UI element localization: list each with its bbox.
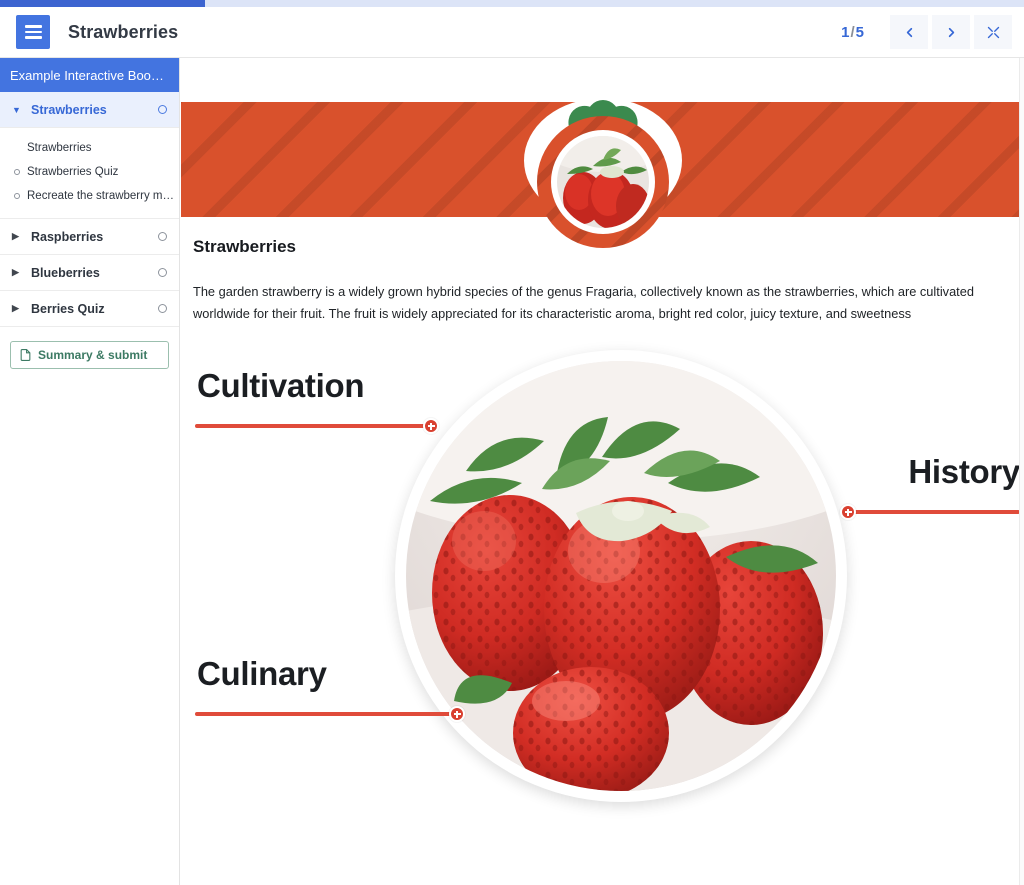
connector-line [852,510,1020,515]
sub-item-strawberries-quiz[interactable]: Strawberries Quiz [0,160,179,184]
sidebar-item-berries-quiz[interactable]: ▶ Berries Quiz [0,291,179,327]
caret-right-icon: ▶ [12,231,19,241]
hotspot-culinary[interactable]: Culinary [193,654,465,723]
hotspot-label: History [908,452,1020,490]
strawberry-badge [527,99,679,256]
hotspot-connector [195,418,439,435]
sidebar-item-raspberries[interactable]: ▶ Raspberries [0,219,179,255]
connector-line [195,424,427,429]
plus-marker-icon[interactable] [449,706,465,723]
document-icon [20,349,31,361]
hotspot-connector [840,504,1020,521]
chapter-banner [181,58,1024,248]
summary-and-submit-button[interactable]: Summary & submit [10,341,169,369]
page-title: Strawberries [68,21,179,42]
badge-photo [556,136,649,228]
sidebar-item-label: Raspberries [31,229,104,244]
chevron-right-icon [948,27,954,37]
status-badge [158,304,167,313]
hotspot-connector [195,706,465,723]
expand-icon [987,26,999,38]
plus-marker-icon[interactable] [423,418,439,435]
reading-progress-bar [0,0,1024,7]
hotspot-history[interactable]: History [840,452,1020,521]
sidebar-item-strawberries[interactable]: ▼ Strawberries [0,92,179,128]
sidebar-item-blueberries[interactable]: ▶ Blueberries [0,255,179,291]
caret-right-icon: ▶ [12,267,19,277]
hotspot-cultivation[interactable]: Cultivation [193,366,439,435]
app-header: Strawberries 1/5 [0,7,1024,58]
sidebar-item-label: Blueberries [31,265,100,280]
interactive-image: Cultivation Culinary History [181,346,1024,846]
plus-marker-icon[interactable] [840,504,856,521]
sidebar-item-label: Strawberries [31,102,107,117]
strawberries-thumbnail [556,136,649,228]
status-badge [158,105,167,114]
book-title[interactable]: Example Interactive Boo… [0,58,179,92]
fullscreen-button[interactable] [974,15,1012,49]
prev-page-button[interactable] [890,15,928,49]
sub-item-label: Recreate the strawberry m… [27,190,174,202]
bullet-icon [14,169,20,175]
sidebar: Example Interactive Boo… ▼ Strawberries … [0,58,180,885]
bullet-icon [14,145,20,151]
center-image-frame [395,349,847,802]
summary-button-label: Summary & submit [38,348,148,362]
sub-item-label: Strawberries [27,142,92,154]
next-page-button[interactable] [932,15,970,49]
sub-item-label: Strawberries Quiz [27,166,119,178]
reading-progress-fill [0,0,205,7]
status-badge [158,268,167,277]
content-area: Strawberries The garden strawberry is a … [181,58,1024,885]
page-separator: / [850,23,855,41]
strawberries-illustration [406,360,836,791]
caret-down-icon: ▼ [12,104,21,115]
hotspot-label: Cultivation [197,366,365,404]
page-total: 5 [855,23,864,41]
article-body: The garden strawberry is a widely grown … [193,284,974,322]
page-current: 1 [841,23,850,41]
status-badge [158,232,167,241]
sub-item-recreate-strawberry[interactable]: Recreate the strawberry m… [0,184,179,208]
sub-item-list: Strawberries Strawberries Quiz Recreate … [0,128,179,219]
strawberries-photo [406,360,836,791]
vertical-scrollbar[interactable] [1019,58,1024,885]
bullet-icon [14,193,20,199]
caret-right-icon: ▶ [12,303,19,313]
connector-line [195,712,453,717]
header-controls: 1/5 [841,15,1012,49]
sub-item-strawberries[interactable]: Strawberries [0,136,179,160]
page-indicator: 1/5 [841,24,864,41]
sidebar-item-label: Berries Quiz [31,301,105,316]
hotspot-label: Culinary [197,654,327,692]
hamburger-icon[interactable] [16,15,50,49]
chevron-left-icon [906,27,912,37]
